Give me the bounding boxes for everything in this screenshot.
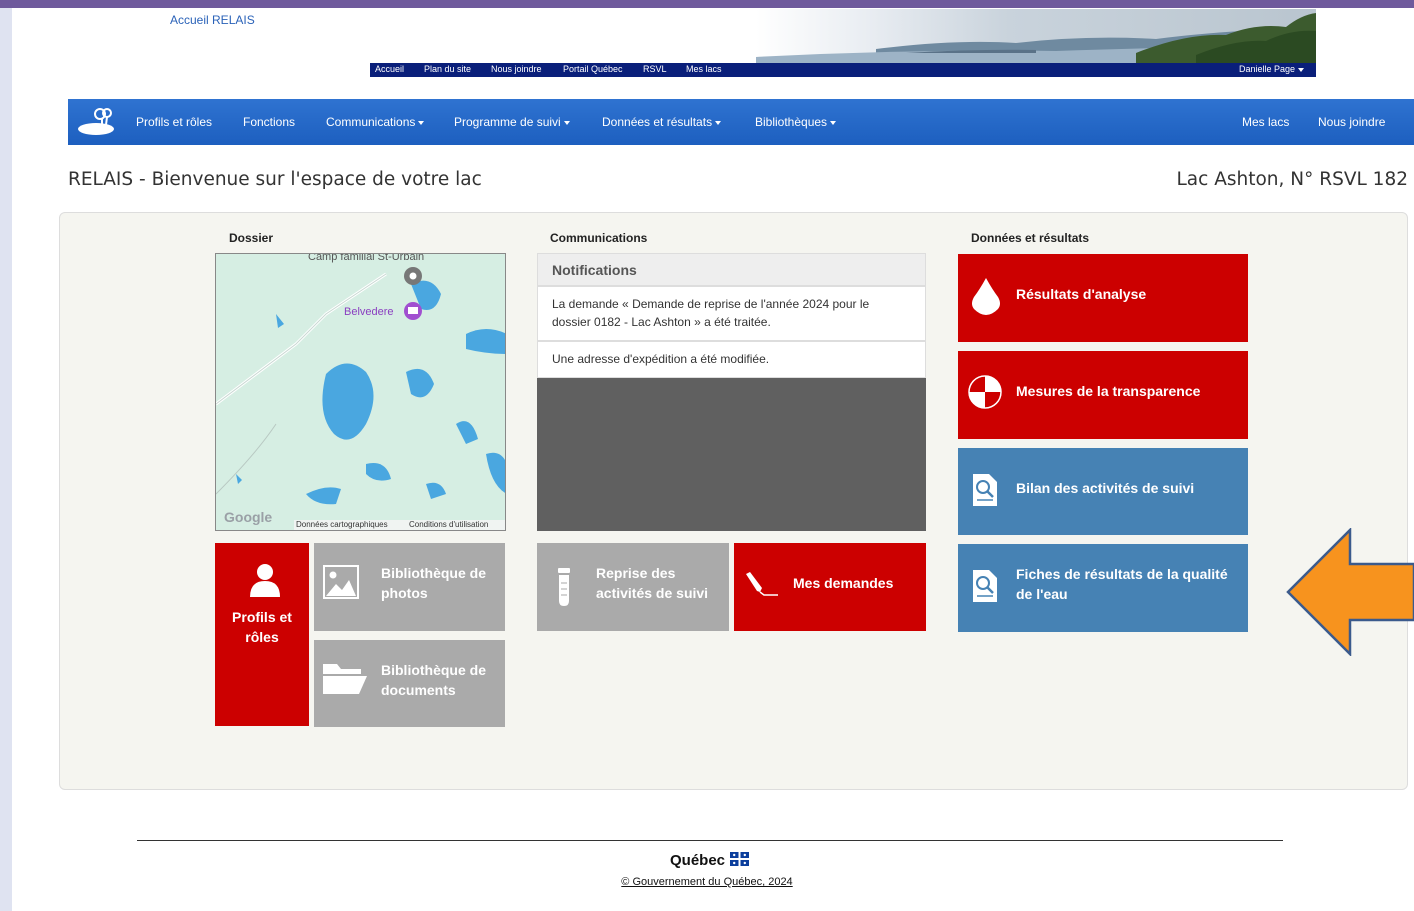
folder-icon xyxy=(323,664,367,694)
user-icon xyxy=(250,564,280,597)
left-strip xyxy=(0,0,12,911)
chevron-down-icon xyxy=(418,120,425,125)
nav-programme-de-suivi[interactable]: Programme de suivi xyxy=(454,115,570,129)
page-title: RELAIS - Bienvenue sur l'espace de votre… xyxy=(68,169,482,190)
page-root: Accueil RELAIS Accueil Plan du site Nous… xyxy=(0,0,1414,911)
quebec-logo: Québec xyxy=(670,852,750,869)
top-link-rsvl[interactable]: RSVL xyxy=(643,64,667,74)
top-link-nous-joindre[interactable]: Nous joindre xyxy=(491,64,542,74)
lake-title: Lac Ashton, N° RSVL 182 xyxy=(1176,169,1409,190)
nav-programme-label: Programme de suivi xyxy=(454,115,561,129)
mesures-transparence-tile[interactable]: Mesures de la transparence xyxy=(958,351,1248,439)
top-link-plan-du-site[interactable]: Plan du site xyxy=(424,64,471,74)
notifications-header: Notifications xyxy=(537,253,926,286)
fiches-resultats-label: Fiches de résultats de la qualité de l'e… xyxy=(1016,566,1228,602)
resultats-analyse-label: Résultats d'analyse xyxy=(1016,286,1147,302)
image-icon xyxy=(323,565,359,599)
lake-logo-icon[interactable] xyxy=(74,104,120,140)
document-library-tile[interactable]: Bibliothèque de documents xyxy=(314,640,505,727)
water-drop-icon xyxy=(972,278,1000,315)
header-banner-image xyxy=(756,9,1316,65)
top-link-accueil[interactable]: Accueil xyxy=(375,64,404,74)
notification-item[interactable]: Une adresse d'expédition a été modifiée. xyxy=(537,341,926,378)
chevron-down-icon xyxy=(715,120,722,125)
google-logo: Google xyxy=(224,509,273,525)
nav-bibliotheques[interactable]: Bibliothèques xyxy=(755,115,837,129)
lake-map[interactable]: Camp familial St-Urbain Belvedere Google… xyxy=(215,253,506,531)
nav-nous-joindre[interactable]: Nous joindre xyxy=(1318,115,1385,129)
map-terms-link[interactable]: Conditions d'utilisation xyxy=(409,520,488,529)
secchi-disk-icon xyxy=(968,375,1002,409)
user-name: Danielle Page xyxy=(1238,64,1295,74)
test-tube-icon xyxy=(558,568,570,606)
map-label-camp: Camp familial St-Urbain xyxy=(308,253,425,263)
reprise-activites-tile[interactable]: Reprise des activités de suivi xyxy=(537,543,729,631)
bilan-activites-label: Bilan des activités de suivi xyxy=(1016,480,1195,496)
nav-bibliotheques-label: Bibliothèques xyxy=(755,115,828,129)
resultats-analyse-tile[interactable]: Résultats d'analyse xyxy=(958,254,1248,342)
copyright-link[interactable]: © Gouvernement du Québec, 2024 xyxy=(0,876,1414,888)
profils-roles-tile[interactable]: Profils et rôles xyxy=(215,543,309,726)
reprise-activites-label: Reprise des activités de suivi xyxy=(596,565,709,601)
fiches-resultats-tile[interactable]: Fiches de résultats de la qualité de l'e… xyxy=(958,544,1248,632)
document-search-icon xyxy=(973,570,997,602)
user-menu[interactable]: Danielle Page xyxy=(1239,64,1304,74)
chevron-down-icon xyxy=(563,120,570,125)
notifications-title: Notifications xyxy=(552,262,637,278)
top-border xyxy=(0,0,1414,8)
chevron-down-icon xyxy=(1298,67,1304,72)
nav-profils-et-roles[interactable]: Profils et rôles xyxy=(136,115,212,129)
dossier-heading: Dossier xyxy=(229,231,274,245)
top-links-bar: Accueil Plan du site Nous joindre Portai… xyxy=(370,63,1316,77)
nav-communications[interactable]: Communications xyxy=(326,115,425,129)
home-link[interactable]: Accueil RELAIS xyxy=(170,13,255,27)
nav-donnees-label: Données et résultats xyxy=(602,115,713,129)
map-attribution[interactable]: Données cartographiques xyxy=(296,520,388,529)
nav-mes-lacs[interactable]: Mes lacs xyxy=(1242,115,1289,129)
main-navbar: Profils et rôles Fonctions Communication… xyxy=(68,99,1414,145)
top-link-mes-lacs[interactable]: Mes lacs xyxy=(686,64,722,74)
nav-donnees-et-resultats[interactable]: Données et résultats xyxy=(602,115,722,129)
nav-communications-label: Communications xyxy=(326,115,416,129)
footer-divider xyxy=(137,840,1283,841)
bilan-activites-tile[interactable]: Bilan des activités de suivi xyxy=(958,448,1248,535)
annotation-arrow xyxy=(1286,528,1414,656)
quebec-wordmark: Québec xyxy=(670,852,726,869)
map-canvas xyxy=(216,254,505,530)
notification-item[interactable]: La demande « Demande de reprise de l'ann… xyxy=(537,286,926,341)
profils-roles-label: Profils et rôles xyxy=(232,609,292,645)
document-library-label: Bibliothèque de documents xyxy=(381,662,486,698)
top-link-portail-quebec[interactable]: Portail Québec xyxy=(563,64,623,74)
nav-fonctions[interactable]: Fonctions xyxy=(243,115,295,129)
notifications-panel: Notifications La demande « Demande de re… xyxy=(537,253,926,531)
mes-demandes-tile[interactable]: Mes demandes xyxy=(734,543,926,631)
photo-library-tile[interactable]: Bibliothèque de photos xyxy=(314,543,505,631)
pen-icon xyxy=(746,572,778,596)
map-label-belvedere: Belvedere xyxy=(344,306,394,318)
document-search-icon xyxy=(973,474,997,506)
mesures-transparence-label: Mesures de la transparence xyxy=(1016,383,1201,399)
donnees-resultats-heading: Données et résultats xyxy=(971,231,1090,245)
fleur-de-lys-flag-icon xyxy=(730,852,750,866)
lake-landscape-image xyxy=(756,13,1316,65)
mes-demandes-label: Mes demandes xyxy=(793,575,894,591)
chevron-down-icon xyxy=(830,120,837,125)
communications-heading: Communications xyxy=(550,231,648,245)
photo-library-label: Bibliothèque de photos xyxy=(381,565,486,601)
